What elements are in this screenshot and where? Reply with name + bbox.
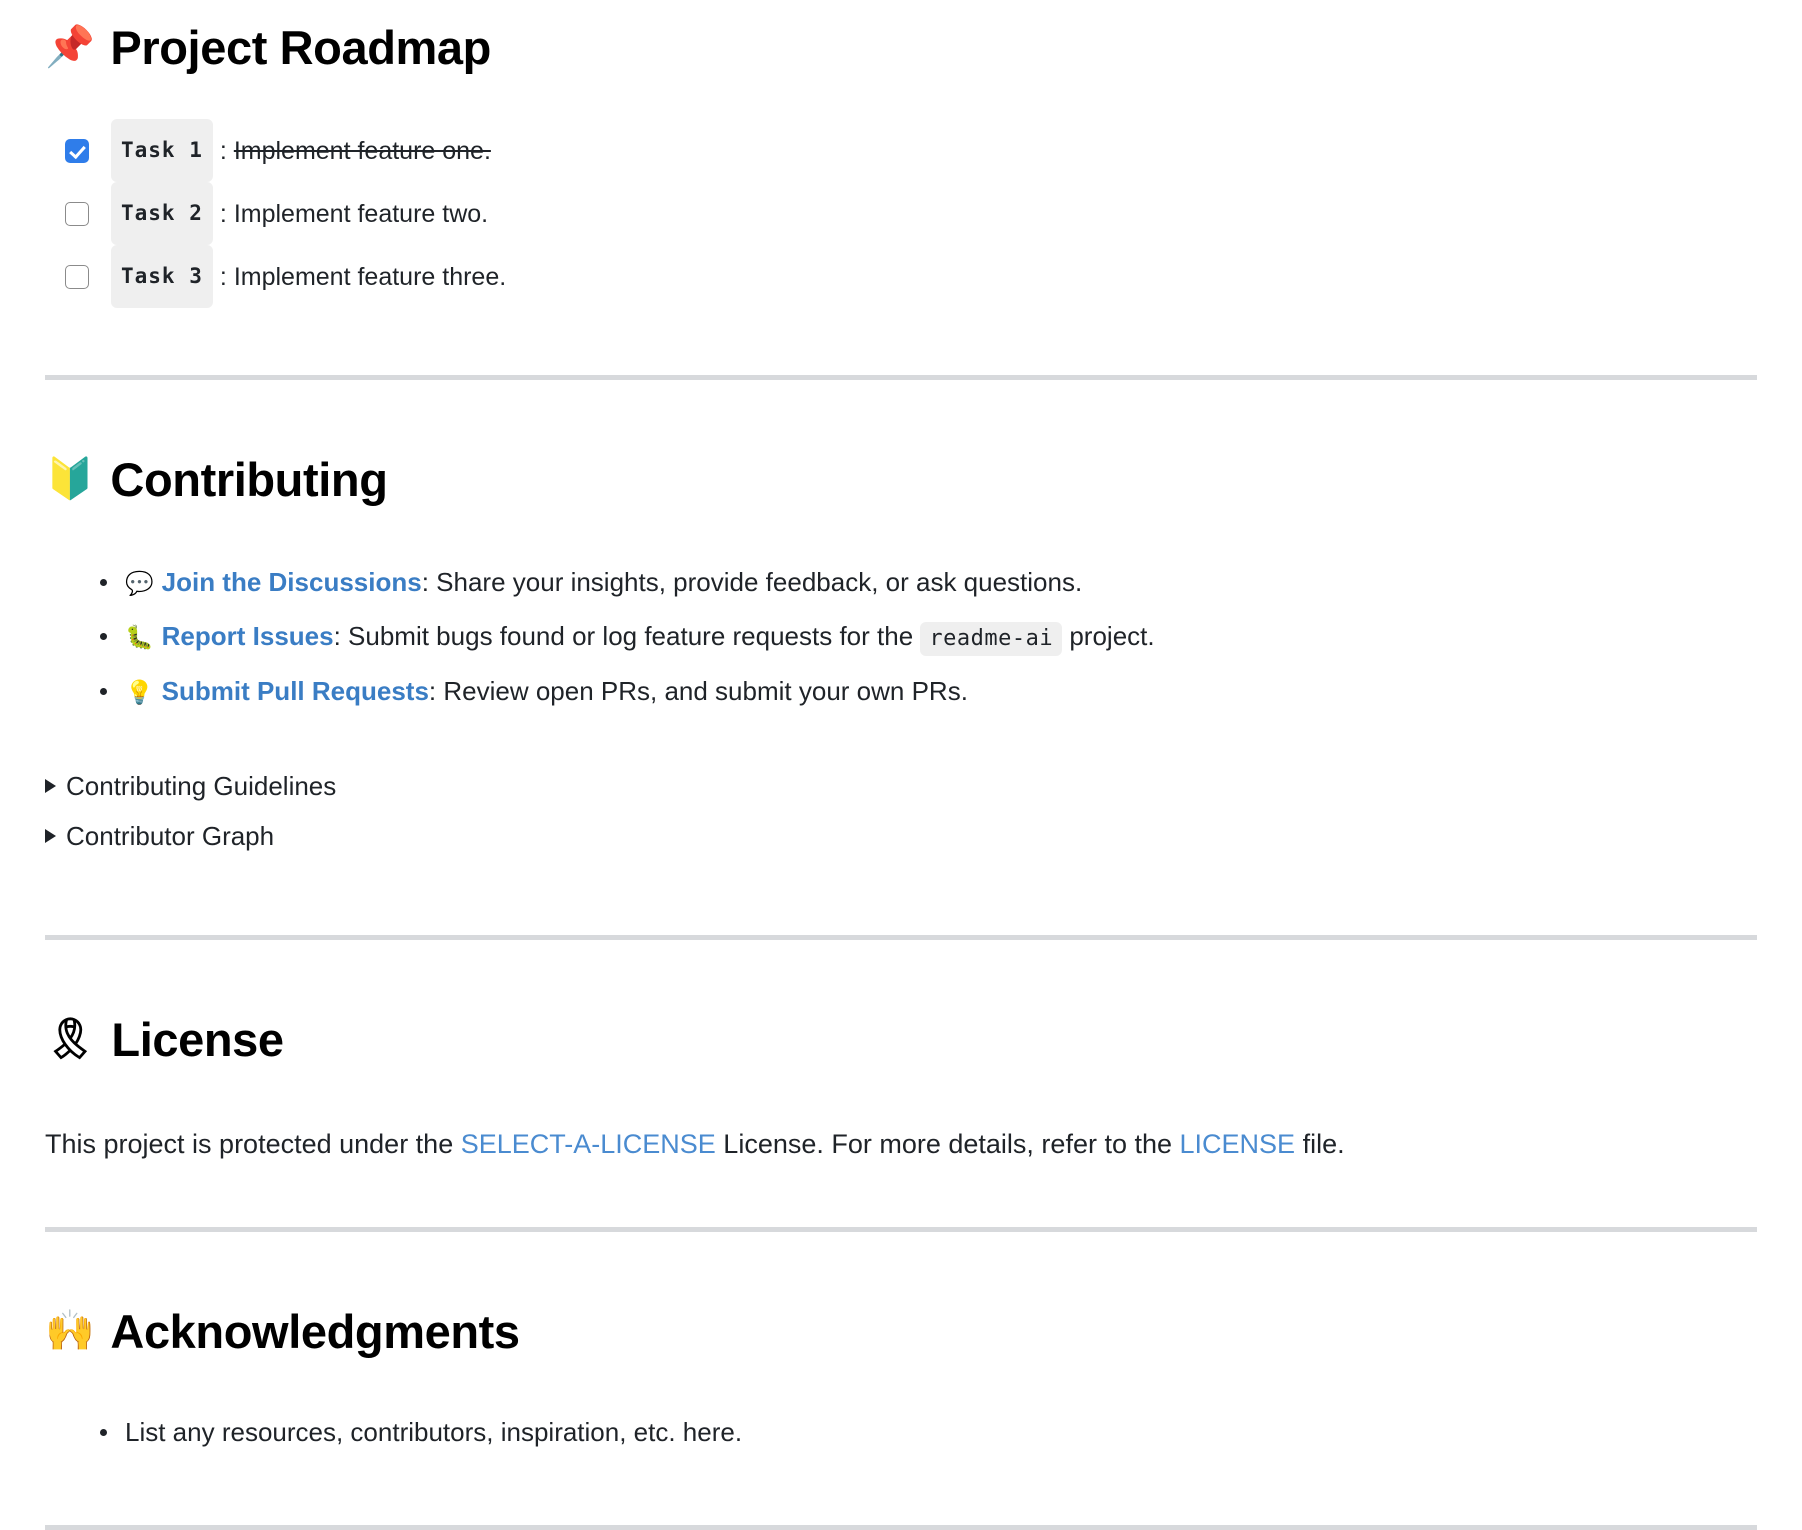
bug-icon: 🐛 [125, 624, 154, 651]
link-join-the-discussions[interactable]: Join the Discussions [162, 567, 422, 597]
license-text-middle: License. For more details, refer to the [715, 1129, 1180, 1160]
section-heading-project-roadmap: 📌 Project Roadmap [45, 20, 1757, 75]
details-summary-text: Contributing Guidelines [66, 770, 337, 801]
section-divider-4 [45, 1525, 1757, 1530]
list-item: 🐛 Report Issues: Submit bugs found or log… [100, 610, 1757, 665]
heading-text: License [111, 1012, 284, 1066]
task-text-3: Implement feature three. [233, 262, 507, 291]
heading-text: Contributing [110, 453, 388, 507]
task-list-item[interactable]: Task 3 : Implement feature three. [65, 245, 1757, 309]
details-summary-text: Contributor Graph [66, 820, 275, 851]
task-label-3: Task 3 [111, 245, 213, 309]
list-item-text: List any resources, contributors, inspir… [125, 1417, 743, 1448]
chevron-right-icon[interactable] [45, 778, 56, 793]
task-list: Task 1 : Implement feature one. Task 2 :… [45, 119, 1757, 309]
task-text-1: Implement feature one. [233, 136, 491, 165]
list-item-text: : Review open PRs, and submit your own P… [428, 675, 968, 706]
speech-balloon-icon: 💬 [125, 570, 154, 597]
light-bulb-icon: 💡 [125, 679, 154, 706]
license-paragraph: This project is protected under the SELE… [45, 1124, 1757, 1165]
task-label-2: Task 2 [111, 182, 213, 246]
task-checkbox-3[interactable] [65, 264, 89, 289]
task-separator-2: : [219, 199, 227, 228]
license-text-after: file. [1295, 1129, 1345, 1160]
heading-text: Acknowledgments [110, 1304, 520, 1358]
section-heading-contributing: 🔰 Contributing [45, 452, 1757, 507]
heading-text: Project Roadmap [110, 21, 491, 74]
reminder-ribbon-icon: 🎗 [45, 1015, 96, 1062]
task-list-item[interactable]: Task 2 : Implement feature two. [65, 182, 1757, 246]
acknowledgments-list: List any resources, contributors, inspir… [45, 1406, 1757, 1458]
inline-code-readme-ai: readme-ai [920, 621, 1063, 656]
task-separator-3: : [219, 262, 227, 291]
chevron-right-icon[interactable] [45, 828, 56, 843]
list-item-text-before: : Submit bugs found or log feature reque… [333, 620, 921, 651]
list-item-text: : Share your insights, provide feedback,… [421, 566, 1083, 597]
details-contributing-guidelines[interactable]: Contributing Guidelines [45, 761, 1757, 811]
task-text-2: Implement feature two. [233, 199, 489, 228]
list-item: List any resources, contributors, inspir… [100, 1406, 1757, 1458]
raising-hands-icon: 🙌 [45, 1307, 95, 1354]
link-submit-pull-requests[interactable]: Submit Pull Requests [162, 676, 429, 706]
task-label-1: Task 1 [111, 119, 213, 183]
section-heading-acknowledgments: 🙌 Acknowledgments [45, 1304, 1757, 1359]
list-item-text-after: project. [1062, 620, 1155, 651]
list-item: 💡 Submit Pull Requests: Review open PRs, … [100, 665, 1757, 719]
contributing-list: 💬 Join the Discussions: Share your insigh… [45, 556, 1757, 719]
beginner-badge-icon: 🔰 [45, 456, 95, 503]
details-contributor-graph[interactable]: Contributor Graph [45, 811, 1757, 861]
link-select-a-license[interactable]: SELECT-A-LICENSE [461, 1129, 716, 1159]
task-checkbox-1[interactable] [65, 138, 89, 163]
task-checkbox-2[interactable] [65, 201, 89, 226]
task-list-item[interactable]: Task 1 : Implement feature one. [65, 119, 1757, 183]
task-separator-1: : [219, 136, 227, 165]
pushpin-icon: 📌 [45, 23, 95, 70]
link-license-file[interactable]: LICENSE [1180, 1129, 1296, 1159]
section-heading-license: 🎗 License [45, 1012, 1757, 1067]
list-item: 💬 Join the Discussions: Share your insigh… [100, 556, 1757, 610]
license-text-before: This project is protected under the [45, 1129, 461, 1160]
link-report-issues[interactable]: Report Issues [162, 621, 334, 651]
readme-document: 📌 Project Roadmap Task 1 : Implement fea… [0, 0, 1802, 1530]
